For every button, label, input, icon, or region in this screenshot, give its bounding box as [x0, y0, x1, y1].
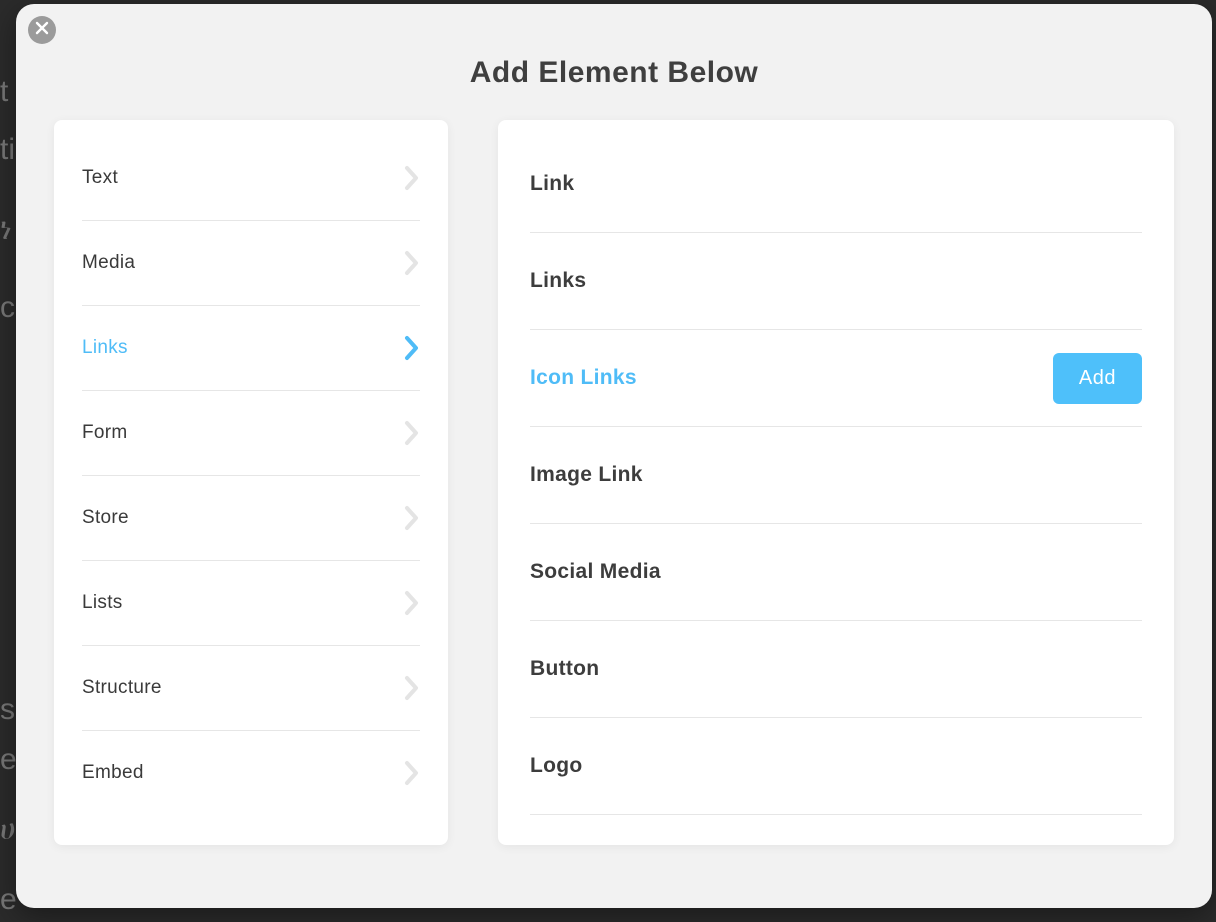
category-item-store[interactable]: Store [82, 476, 420, 561]
add-button[interactable]: Add [1053, 353, 1142, 404]
element-label: Social Media [530, 560, 661, 584]
category-item-embed[interactable]: Embed [82, 731, 420, 815]
chevron-right-icon [404, 505, 420, 531]
category-label: Form [82, 422, 128, 444]
category-label: Media [82, 252, 135, 274]
category-item-text[interactable]: Text [82, 136, 420, 221]
element-label: Image Link [530, 463, 643, 487]
element-item-link[interactable]: Link [530, 136, 1142, 233]
category-list: Text Media Links Form [54, 120, 448, 845]
category-label: Links [82, 337, 128, 359]
category-item-structure[interactable]: Structure [82, 646, 420, 731]
bg-text: e [0, 878, 17, 922]
element-item-icon-links[interactable]: Icon Links Add [530, 330, 1142, 427]
chevron-right-icon [404, 590, 420, 616]
element-item-image-link[interactable]: Image Link [530, 427, 1142, 524]
chevron-right-icon [404, 675, 420, 701]
bg-text: e [0, 738, 17, 782]
element-label: Logo [530, 754, 583, 778]
bg-text: ነ [0, 208, 12, 252]
chevron-right-icon [404, 335, 420, 361]
close-icon [35, 21, 49, 40]
add-element-modal: Add Element Below Text Media Links [16, 4, 1212, 908]
category-label: Embed [82, 762, 144, 784]
element-item-social-media[interactable]: Social Media [530, 524, 1142, 621]
element-list: Link Links Icon Links Add Image Link Soc… [498, 120, 1174, 845]
bg-text: t [0, 70, 8, 114]
element-item-links[interactable]: Links [530, 233, 1142, 330]
category-item-lists[interactable]: Lists [82, 561, 420, 646]
element-label: Links [530, 269, 586, 293]
element-item-logo[interactable]: Logo [530, 718, 1142, 815]
element-item-button[interactable]: Button [530, 621, 1142, 718]
bg-text: c [0, 286, 15, 330]
category-label: Text [82, 167, 118, 189]
category-item-links[interactable]: Links [82, 306, 420, 391]
category-item-media[interactable]: Media [82, 221, 420, 306]
bg-text: ti [0, 128, 15, 172]
chevron-right-icon [404, 250, 420, 276]
element-label: Button [530, 657, 599, 681]
bg-text: ሀ [0, 808, 16, 852]
chevron-right-icon [404, 420, 420, 446]
close-button[interactable] [28, 16, 56, 44]
modal-title: Add Element Below [16, 56, 1212, 90]
element-label: Link [530, 172, 574, 196]
category-item-form[interactable]: Form [82, 391, 420, 476]
chevron-right-icon [404, 760, 420, 786]
modal-body: Text Media Links Form [16, 120, 1212, 875]
category-label: Store [82, 507, 129, 529]
category-label: Structure [82, 677, 162, 699]
category-label: Lists [82, 592, 123, 614]
chevron-right-icon [404, 165, 420, 191]
bg-text: s [0, 688, 15, 732]
element-label: Icon Links [530, 366, 637, 390]
